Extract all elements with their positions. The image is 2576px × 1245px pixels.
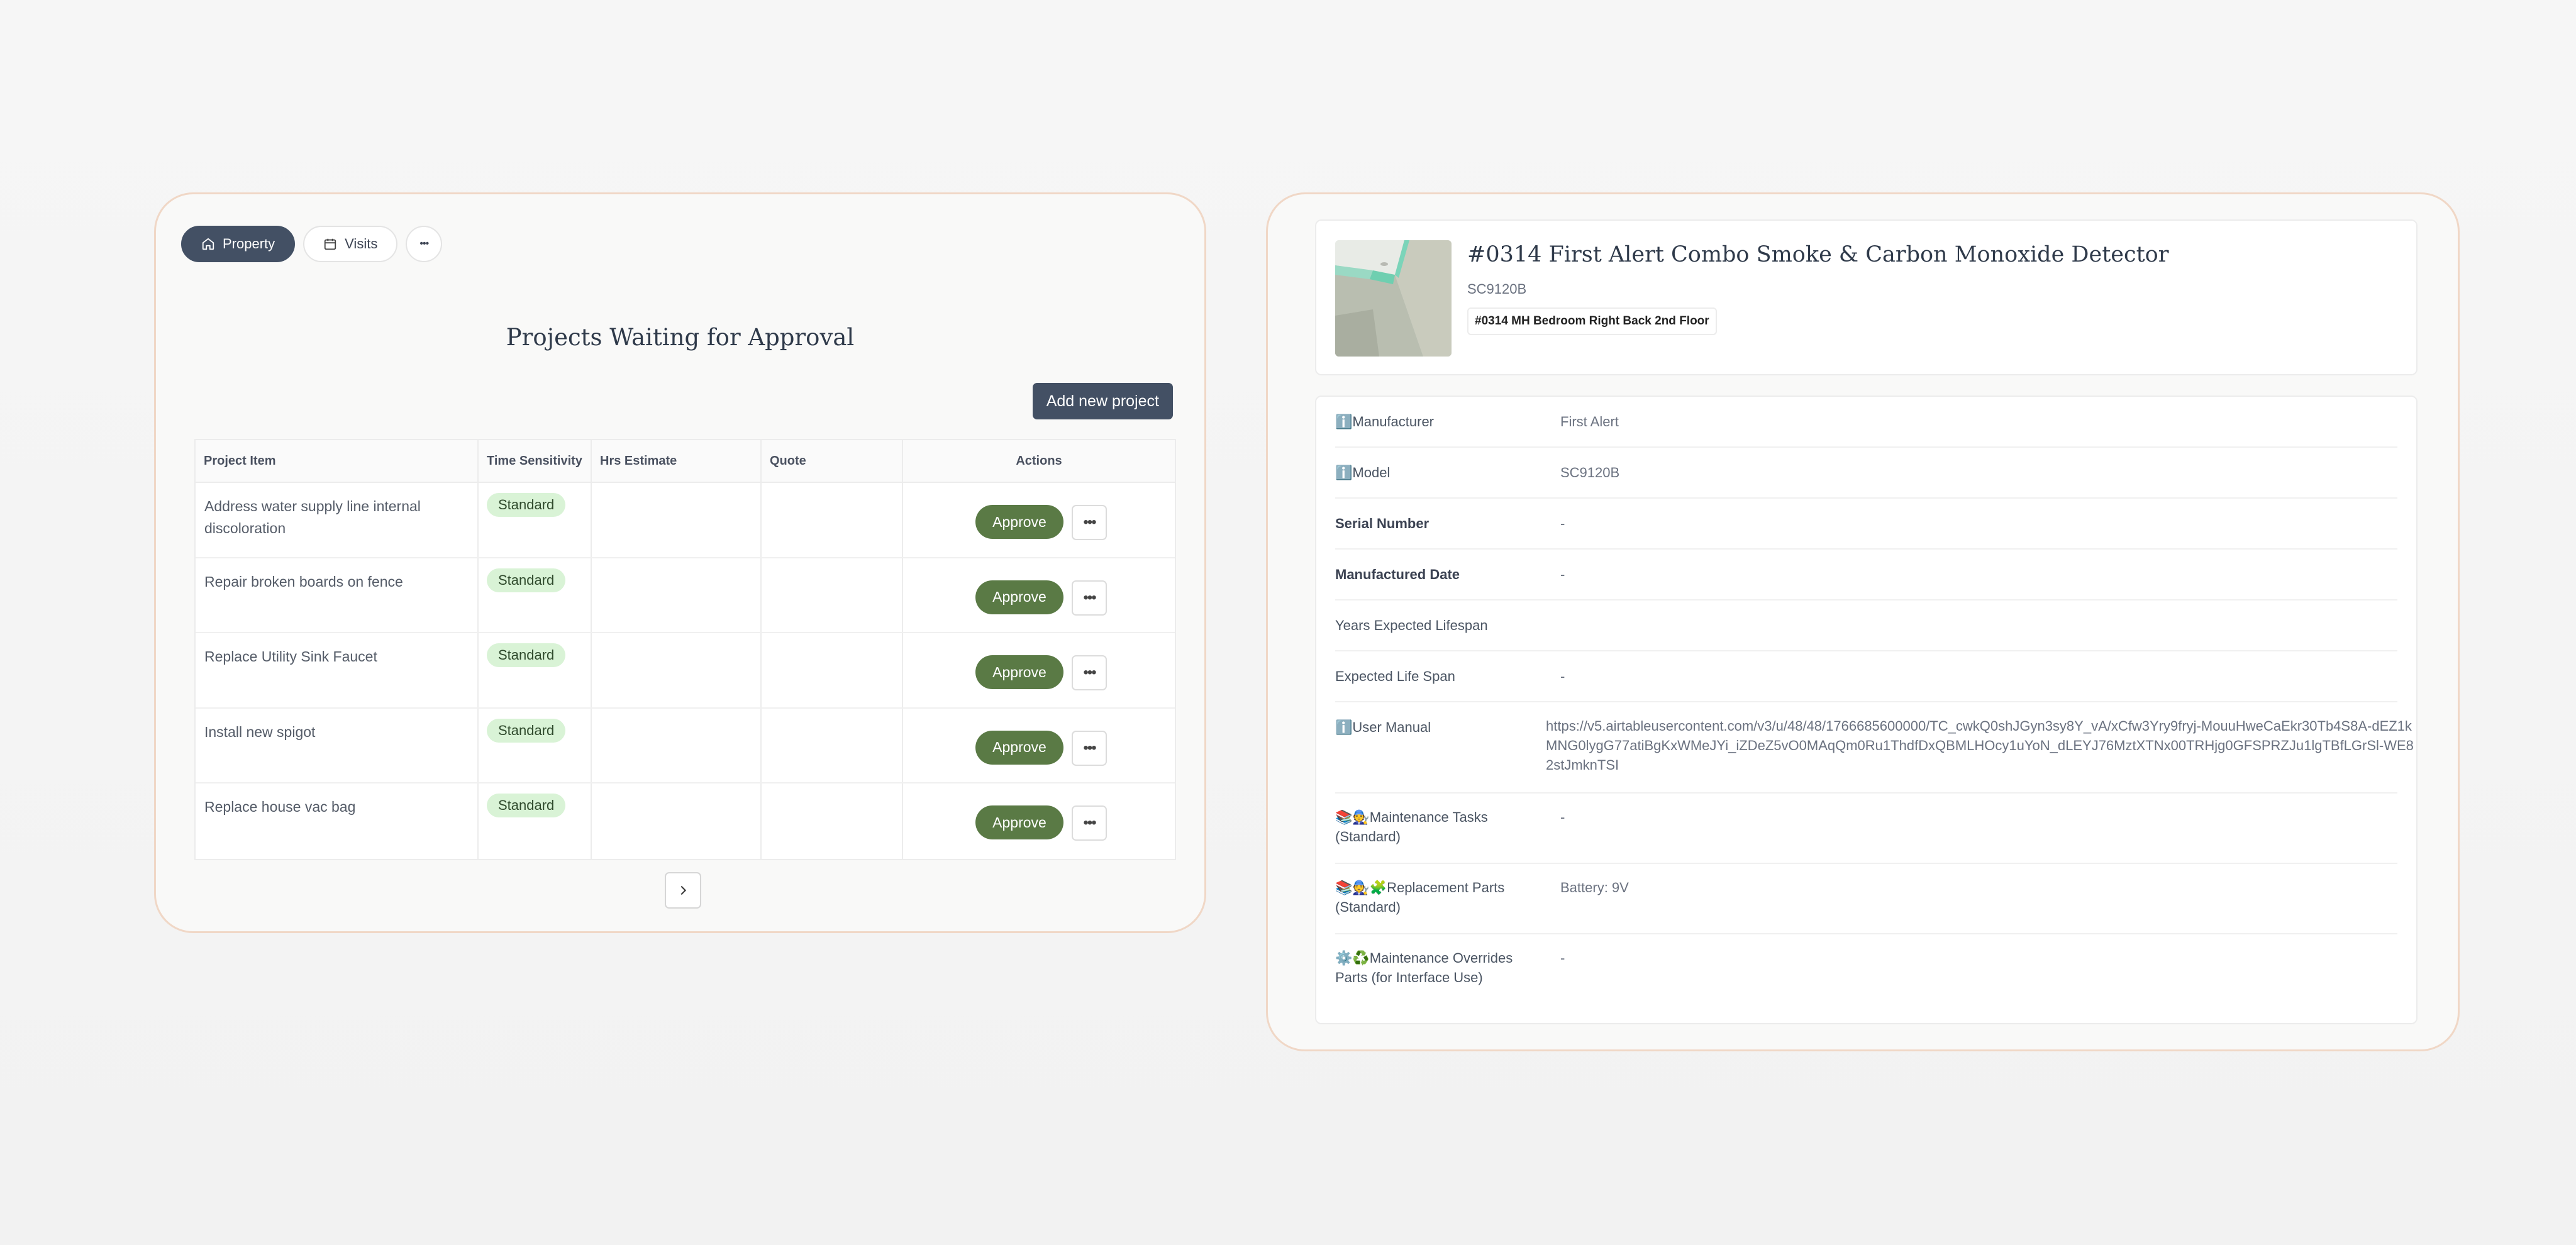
project-item: Install new spigot <box>196 708 479 782</box>
detail-label: ℹ️Manufacturer <box>1335 414 1435 429</box>
tab-property-label: Property <box>223 236 275 252</box>
approve-button[interactable]: Approve <box>975 505 1063 539</box>
row-more-button[interactable]: ••• <box>1072 580 1107 616</box>
project-item: Repair broken boards on fence <box>196 558 479 632</box>
add-project-button[interactable]: Add new project <box>1032 383 1173 419</box>
detail-value: SC9120B <box>1560 465 1620 480</box>
row-more-button[interactable]: ••• <box>1072 655 1107 690</box>
column-header: Actions <box>1016 453 1062 468</box>
chevron-right-icon <box>680 885 687 895</box>
detail-row: ⚙️♻️Maintenance Overrides Parts (for Int… <box>1335 934 2397 1005</box>
table-row: Install new spigot Standard Approve ••• <box>196 708 1175 783</box>
status-badge: Standard <box>487 794 566 817</box>
detail-row: ℹ️Model SC9120B <box>1335 448 2397 499</box>
approve-button[interactable]: Approve <box>975 805 1063 839</box>
detail-value: - <box>1560 516 1565 531</box>
project-item: Replace house vac bag <box>196 783 479 859</box>
home-icon <box>202 238 214 250</box>
status-badge: Standard <box>487 718 566 743</box>
tab-visits-label: Visits <box>345 236 378 252</box>
hrs-estimate <box>592 783 762 859</box>
detail-label: Manufactured Date <box>1335 567 1460 582</box>
location-tag[interactable]: #0314 MH Bedroom Right Back 2nd Floor <box>1467 307 1717 335</box>
detail-row: 📚🧑‍🔧🧩Replacement Parts (Standard) Batter… <box>1335 864 2397 934</box>
approve-button[interactable]: Approve <box>975 655 1063 689</box>
row-more-button[interactable]: ••• <box>1072 505 1107 540</box>
column-header: Quote <box>762 440 903 482</box>
column-header: Hrs Estimate <box>592 440 762 482</box>
quote <box>762 708 903 782</box>
device-details: ℹ️Manufacturer First Alert ℹ️Model SC912… <box>1315 396 2418 1024</box>
detail-row: ℹ️User Manual https://v5.airtableusercon… <box>1335 702 2414 794</box>
quote <box>762 558 903 632</box>
more-tabs-button[interactable]: ••• <box>406 226 443 262</box>
detail-value: First Alert <box>1560 414 1619 429</box>
status-badge: Standard <box>487 643 566 667</box>
row-more-button[interactable]: ••• <box>1072 730 1107 766</box>
projects-card: Property Visits ••• Projects Waiting for… <box>154 192 1206 933</box>
next-page-button[interactable] <box>665 872 701 909</box>
detail-row: Manufactured Date - <box>1335 550 2397 600</box>
detail-value: - <box>1560 809 1565 825</box>
device-card: #0314 First Alert Combo Smoke & Carbon M… <box>1266 192 2460 1051</box>
calendar-icon <box>324 238 336 250</box>
column-header: Time Sensitivity <box>479 440 592 482</box>
detail-row: Expected Life Span - <box>1335 651 2397 702</box>
detail-row: Years Expected Lifespan <box>1335 600 2397 651</box>
detail-row: Serial Number - <box>1335 499 2397 550</box>
table-row: Repair broken boards on fence Standard A… <box>196 558 1175 633</box>
status-badge: Standard <box>487 493 566 517</box>
detail-label: ⚙️♻️Maintenance Overrides Parts (for Int… <box>1335 950 1513 985</box>
detail-row: 📚🧑‍🔧Maintenance Tasks (Standard) - <box>1335 794 2397 864</box>
row-more-button[interactable]: ••• <box>1072 805 1107 841</box>
status-badge: Standard <box>487 568 566 592</box>
detail-value: - <box>1560 950 1565 966</box>
device-model-subtitle: SC9120B <box>1467 281 1527 297</box>
detail-value: Battery: 9V <box>1560 880 1629 895</box>
projects-table: Project Item Time Sensitivity Hrs Estima… <box>194 439 1176 860</box>
hrs-estimate <box>592 633 762 707</box>
approve-button[interactable]: Approve <box>975 730 1063 765</box>
detail-label: Serial Number <box>1335 516 1430 531</box>
hrs-estimate <box>592 558 762 632</box>
nav-tabs: Property Visits ••• <box>181 226 443 262</box>
user-manual-link[interactable]: https://v5.airtableusercontent.com/v3/u/… <box>1546 716 2416 775</box>
device-title: #0314 First Alert Combo Smoke & Carbon M… <box>1467 242 2169 267</box>
project-item: Replace Utility Sink Faucet <box>196 633 479 707</box>
detail-label: 📚🧑‍🔧Maintenance Tasks (Standard) <box>1335 809 1488 844</box>
detail-value: - <box>1560 567 1565 582</box>
hrs-estimate <box>592 708 762 782</box>
detail-label: Expected Life Span <box>1335 668 1455 684</box>
tab-property[interactable]: Property <box>181 226 296 262</box>
project-item: Address water supply line internal disco… <box>196 483 479 557</box>
quote <box>762 633 903 707</box>
detail-row: ℹ️Manufacturer First Alert <box>1335 397 2397 448</box>
device-header: #0314 First Alert Combo Smoke & Carbon M… <box>1315 219 2418 375</box>
more-icon: ••• <box>419 238 429 249</box>
detail-value: - <box>1560 668 1565 684</box>
table-row: Replace Utility Sink Faucet Standard App… <box>196 633 1175 709</box>
tab-visits[interactable]: Visits <box>303 226 398 262</box>
table-row: Address water supply line internal disco… <box>196 483 1175 558</box>
device-photo <box>1335 240 1452 357</box>
column-header: Project Item <box>196 440 479 482</box>
page-title: Projects Waiting for Approval <box>506 324 855 351</box>
table-header: Project Item Time Sensitivity Hrs Estima… <box>196 440 1175 483</box>
approve-button[interactable]: Approve <box>975 580 1063 614</box>
detail-label: 📚🧑‍🔧🧩Replacement Parts (Standard) <box>1335 880 1505 915</box>
hrs-estimate <box>592 483 762 557</box>
detail-label: Years Expected Lifespan <box>1335 617 1488 633</box>
detail-label: ℹ️User Manual <box>1335 719 1431 735</box>
detail-label: ℹ️Model <box>1335 465 1391 480</box>
quote <box>762 783 903 859</box>
table-row: Replace house vac bag Standard Approve •… <box>196 783 1175 859</box>
quote <box>762 483 903 557</box>
